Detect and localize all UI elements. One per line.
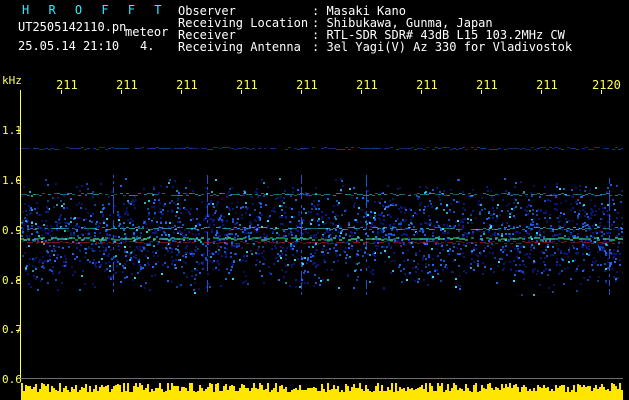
x-tick-mark <box>601 90 602 94</box>
x-tick-mark <box>301 90 302 94</box>
x-tick-mark <box>121 90 122 94</box>
y-tick-mark <box>16 330 20 331</box>
file-name: UT2505142110.pn <box>18 20 127 34</box>
file-suffix: meteor <box>125 25 169 39</box>
x-tick-mark <box>481 90 482 94</box>
x-tick-mark <box>541 90 542 94</box>
antenna-label: Receiving Antenna <box>178 40 301 54</box>
station-title: H R O F F T <box>22 3 168 17</box>
antenna-value: : 3el Yagi(V) Az 330 for Vladivostok <box>312 40 573 54</box>
count-label: 4. <box>140 39 155 53</box>
x-tick-mark <box>61 90 62 94</box>
datetime-label: 25.05.14 21:10 <box>18 39 120 53</box>
x-tick-mark <box>181 90 182 94</box>
spectrogram-image <box>21 90 623 400</box>
x-tick-mark <box>361 90 362 94</box>
x-tick-mark <box>241 90 242 94</box>
y-tick-mark <box>16 280 20 281</box>
y-tick-mark <box>16 180 20 181</box>
y-axis-unit: kHz <box>2 74 22 87</box>
spectrogram-panel <box>20 90 623 400</box>
y-axis-ticks <box>16 130 20 331</box>
y-tick-mark <box>16 130 20 131</box>
x-tick-mark <box>421 90 422 94</box>
y-tick-mark <box>16 230 20 231</box>
